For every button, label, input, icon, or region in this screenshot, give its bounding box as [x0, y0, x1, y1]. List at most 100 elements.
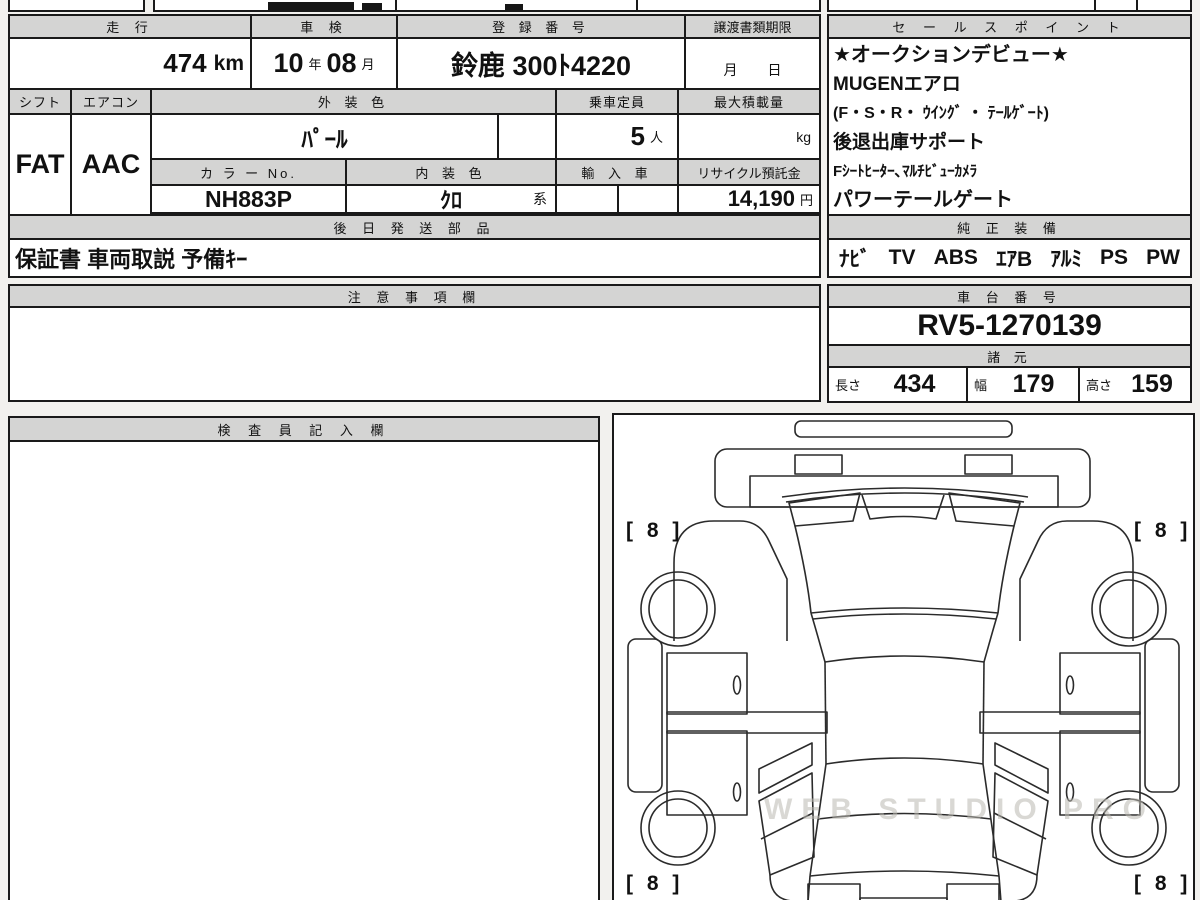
- chassis-number-value: RV5-1270139: [827, 306, 1192, 346]
- recycle-fee-header: リサイクル預託金: [677, 158, 821, 186]
- inspection-month-unit: 月: [361, 57, 375, 72]
- sales-point-line: パワーテールゲート: [833, 189, 1013, 211]
- recycle-fee-number: 14,190: [727, 186, 795, 211]
- max-load-header: 最大積載量: [677, 88, 821, 115]
- recycle-fee-unit: 円: [799, 192, 813, 208]
- equipment-item: TV: [888, 246, 916, 269]
- cabin-neck-left: [810, 612, 826, 663]
- cut-row-fragment: [827, 0, 1096, 12]
- inspection-month: 08: [326, 48, 357, 78]
- capacity-number: 5: [630, 121, 645, 151]
- car-diagram-box: [ 8 ] [ 8 ] [ 8 ] [ 8 ] WEB STUDIO PRO: [612, 413, 1195, 900]
- quarter-unfold-line: [760, 812, 814, 840]
- interior-color-value: ｸﾛ 系: [345, 184, 557, 214]
- equipment-item: ｴｱB: [996, 248, 1033, 271]
- headlight-left-shape: [794, 454, 843, 475]
- spec-height: 高さ 159: [1078, 366, 1192, 403]
- interior-color-suffix: 系: [533, 191, 547, 207]
- cut-text-smudge: [505, 4, 523, 10]
- inspection-header: 車 検: [250, 14, 398, 39]
- equipment-header: 純 正 装 備: [827, 214, 1192, 240]
- car-diagram: [627, 420, 1180, 900]
- windshield-right-pane: [948, 492, 1021, 527]
- recycle-fee-value: 14,190 円: [677, 184, 821, 214]
- mileage-header: 走 行: [8, 14, 252, 39]
- inspector-box: [8, 440, 600, 900]
- front-bumper-shape: [794, 420, 1013, 438]
- chassis-number-header: 車 台 番 号: [827, 284, 1192, 308]
- spec-length-value: 434: [893, 370, 936, 398]
- cut-text-smudge: [362, 3, 382, 10]
- import-car-cell-2: [617, 184, 679, 214]
- front-clip-shape: [714, 448, 1091, 508]
- aircon-value: AAC: [70, 113, 152, 216]
- max-load-value: kg: [677, 113, 821, 160]
- front-wheel-outer: [640, 571, 716, 647]
- inspection-year: 10: [273, 48, 304, 78]
- sales-points-header: セ ー ル ス ポ イ ン ト: [827, 14, 1192, 39]
- windshield-left-pane: [788, 492, 861, 527]
- rear-corner-swoosh: [769, 874, 791, 900]
- exterior-color-header: 外 装 色: [150, 88, 557, 115]
- front-fender-shape: [673, 520, 788, 641]
- roof-rear-arc: [825, 757, 984, 765]
- mileage-number: 474: [163, 48, 207, 78]
- cut-row-fragment: [8, 0, 145, 12]
- later-parts-value: 保証書 車両取説 予備ｷｰ: [8, 238, 821, 278]
- transfer-day-unit: 日: [767, 62, 782, 78]
- transfer-docs-header: 譲渡書類期限: [684, 14, 821, 39]
- notes-box: [8, 306, 821, 402]
- rear-wheel-outer: [640, 790, 716, 866]
- door-handle-rear: [732, 782, 742, 802]
- inspection-value: 10 年 08 月: [250, 37, 398, 90]
- transfer-month-unit: 月: [723, 62, 738, 78]
- hood-side-left: [794, 525, 812, 614]
- capacity-unit: 人: [649, 130, 663, 145]
- rocker-band-shape: [666, 711, 828, 734]
- tire-mark-front-right: [ 8 ]: [1134, 519, 1192, 542]
- registration-header: 登 録 番 号: [396, 14, 686, 39]
- import-car-cell-1: [555, 184, 619, 214]
- cowl-line: [785, 492, 1025, 503]
- sill-strip-shape: [627, 638, 663, 793]
- front-wheel-inner: [648, 579, 708, 639]
- equipment-item: ｱﾙﾐ: [1050, 248, 1082, 271]
- sales-point-line: Fｼｰﾄﾋｰﾀｰ､ﾏﾙﾁﾋﾞｭｰｶﾒﾗ: [833, 163, 978, 180]
- tire-mark-rear-right: [ 8 ]: [1134, 872, 1192, 895]
- tire-mark-rear-left: [ 8 ]: [626, 872, 684, 895]
- max-load-unit: kg: [796, 128, 811, 145]
- exterior-color-value: ﾊﾟｰﾙ: [150, 113, 499, 160]
- sales-point-line: MUGENエアロ: [833, 74, 961, 95]
- rear-door-shape: [666, 730, 748, 816]
- color-no-header: カ ラ ー No.: [150, 158, 347, 186]
- equipment-item: PS: [1099, 246, 1128, 269]
- cabin-side-left: [824, 661, 827, 765]
- hood-bottom-arc: [812, 613, 997, 620]
- quarter-unfold-upper: [758, 742, 813, 794]
- registration-value: 鈴鹿 300ﾄ4220: [396, 37, 686, 90]
- side-panels-left: [627, 520, 828, 900]
- interior-color-header: 内 装 色: [345, 158, 557, 186]
- spec-height-label: 高さ: [1086, 378, 1113, 393]
- sales-point-line: (F・S・R・ ｳｲﾝｸﾞ ・ ﾃｰﾙｹﾞｰﾄ): [833, 105, 1049, 122]
- notes-header: 注 意 事 項 欄: [8, 284, 821, 308]
- cut-row-fragment: [1136, 0, 1192, 12]
- transfer-docs-value: 月 日: [684, 37, 821, 90]
- equipment-item: ABS: [933, 246, 978, 269]
- cut-row-fragment: [636, 0, 821, 12]
- front-door-shape: [666, 652, 748, 715]
- spec-width-label: 幅: [974, 378, 988, 393]
- inspection-year-unit: 年: [308, 57, 322, 72]
- equipment-value: ﾅﾋﾞ TV ABS ｴｱB ｱﾙﾐ PS PW: [827, 238, 1192, 278]
- inspector-header: 検 査 員 記 入 欄: [8, 416, 600, 442]
- headlight-right-shape: [964, 454, 1013, 475]
- roof-front-arc: [824, 655, 985, 663]
- shift-value: FAT: [8, 113, 72, 216]
- sales-points-box: ★オークションデビュー★ MUGENエアロ (F・S・R・ ｳｲﾝｸﾞ ・ ﾃｰ…: [827, 37, 1192, 216]
- hood-bottom-arc: [810, 607, 999, 614]
- sales-point-line: ★オークションデビュー★: [833, 44, 1069, 66]
- spec-height-value: 159: [1131, 370, 1173, 398]
- rear-bumper-notch-left: [807, 883, 861, 900]
- spec-width-value: 179: [1012, 370, 1055, 398]
- capacity-value: 5 人: [555, 113, 679, 160]
